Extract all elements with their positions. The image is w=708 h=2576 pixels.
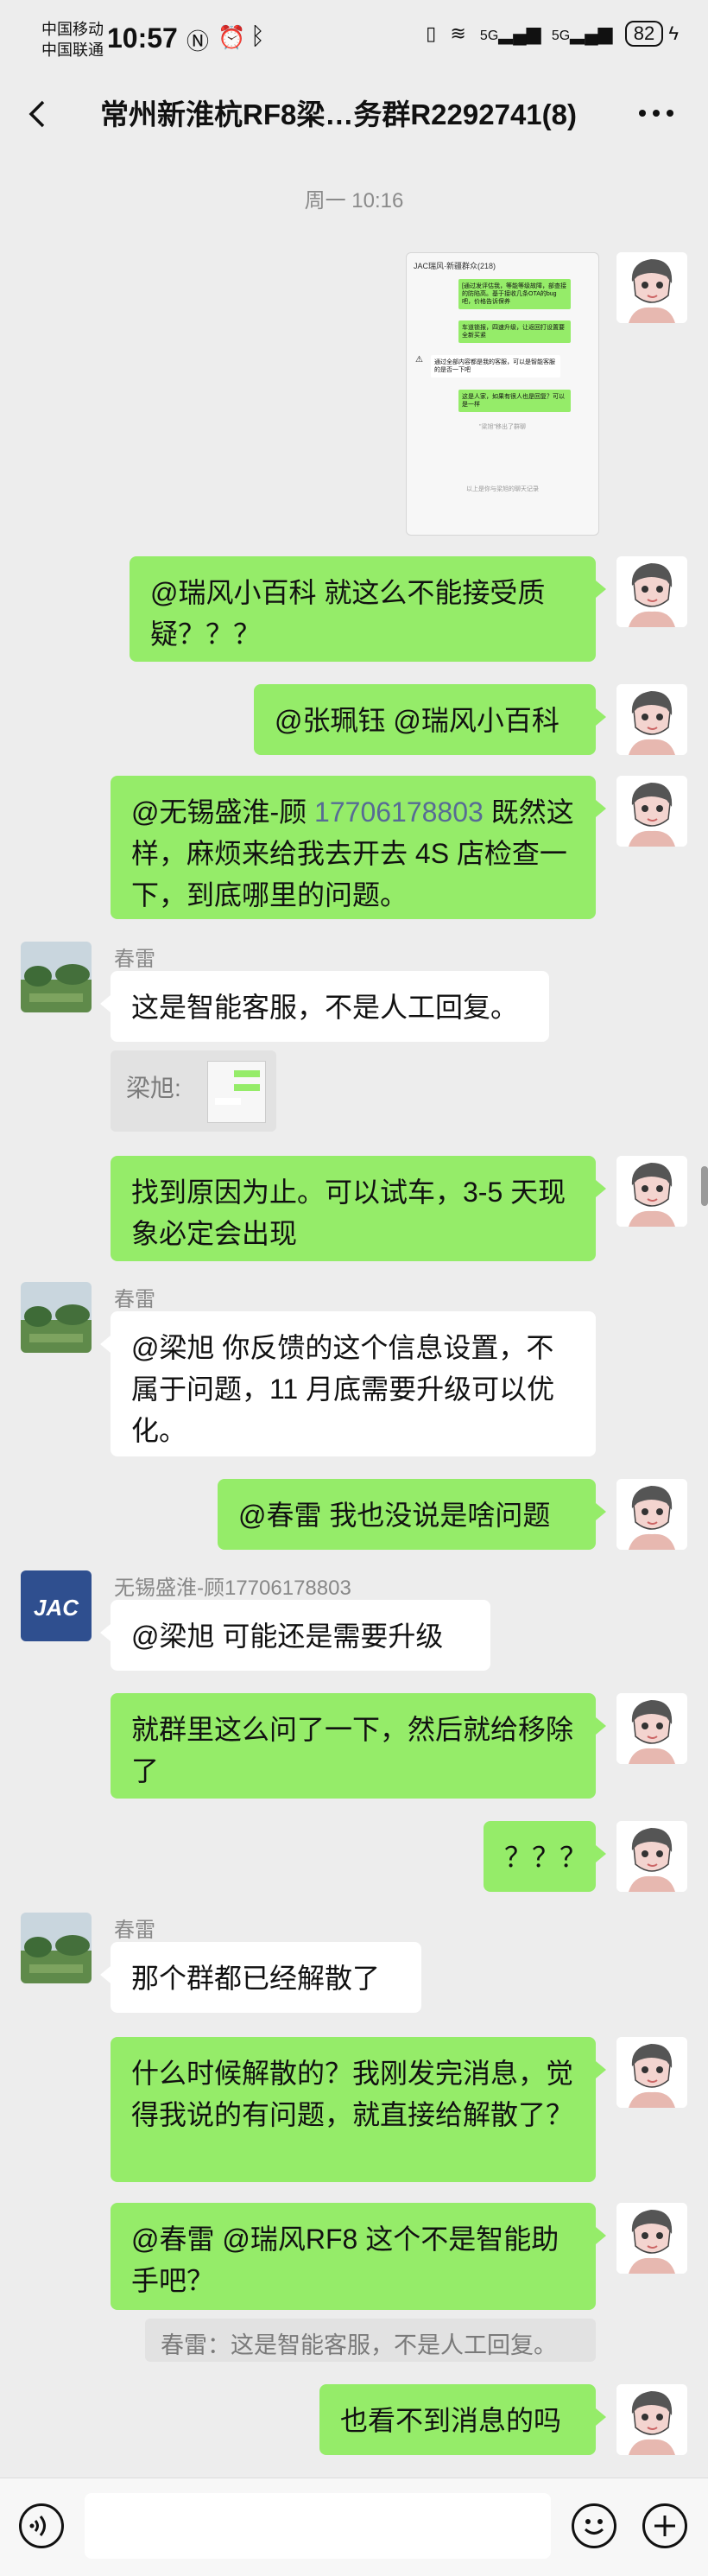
message-bubble[interactable]: 也看不到消息的吗 <box>319 2384 606 2455</box>
message-bubble[interactable]: @梁旭 可能还是需要升级 <box>100 1600 490 1671</box>
scrollbar-thumb[interactable] <box>701 1166 708 1206</box>
message-bubble[interactable]: 这是智能客服，不是人工回复。 <box>100 971 549 1042</box>
my-avatar[interactable] <box>616 1693 687 1764</box>
message-bubble[interactable]: @春雷 我也没说是啥问题 <box>218 1479 606 1550</box>
screenshot-footer-1: "梁旭"移出了群聊 <box>479 424 526 430</box>
my-avatar[interactable] <box>616 556 687 627</box>
sender-name: 无锡盛淮-顾17706178803 <box>114 1577 351 1600</box>
net-2: 5G <box>551 29 571 43</box>
battery-indicator: 82 <box>624 21 664 47</box>
more-icon[interactable] <box>637 93 675 128</box>
avatar-chunlei[interactable] <box>21 942 92 1012</box>
back-icon[interactable] <box>21 97 55 131</box>
chat-screenshot-image[interactable]: JAC瑞风·新疆群众(218) [通过发评估我，等能等级故障，部查接的防陷高。基… <box>406 252 599 536</box>
avatar-wuxi-shenghuai[interactable]: JAC <box>21 1570 92 1641</box>
bluetooth-icon: ᛒ <box>250 22 265 49</box>
avatar-chunlei[interactable] <box>21 1282 92 1353</box>
carrier-labels: 中国移动 中国联通 <box>41 19 104 60</box>
my-avatar[interactable] <box>616 1821 687 1892</box>
alarm-icon: ⏰ <box>218 24 246 50</box>
nfc-icon: Ⓝ <box>186 29 210 54</box>
screenshot-title: JAC瑞风·新疆群众(218) <box>414 262 496 270</box>
message-bubble[interactable]: 那个群都已经解散了 <box>100 1942 421 2013</box>
my-avatar[interactable] <box>616 684 687 755</box>
chat-title: 常州新淮杭RF8梁…务群R2292741(8) <box>100 98 577 130</box>
message-bubble[interactable]: @无锡盛淮-顾 17706178803 既然这样，麻烦来给我去开去 4S 店检查… <box>111 776 606 919</box>
message-bubble[interactable]: 什么时候解散的？我刚发完消息，觉得我说的有问题，就直接给解散了？ <box>111 2037 606 2182</box>
screenshot-reply-3: 这是人家，如果有很人也是回复？可以是一样 <box>458 390 571 412</box>
quoted-image-thumbnail[interactable] <box>207 1061 266 1123</box>
signal-1-icon: ▂▄▆ <box>498 22 541 44</box>
screenshot-notice: 通过全部内容都是我的客服，可以是智能客服的是否一下吧 <box>431 355 560 378</box>
my-avatar[interactable] <box>616 2384 687 2455</box>
net-1: 5G <box>479 29 499 43</box>
my-avatar[interactable] <box>616 1479 687 1550</box>
carrier-2: 中国联通 <box>41 41 104 59</box>
message-bubble[interactable]: ？？？ <box>484 1821 606 1892</box>
message-input[interactable] <box>85 2493 551 2559</box>
message-bubble[interactable]: @梁旭 你反馈的这个信息设置，不属于问题，11 月底需要升级可以优化。 <box>100 1311 596 1456</box>
screenshot-reply-1: [通过发评估我，等能等级故障，部查接的防陷高。基于接收几条OTA的bug吧，价格… <box>458 279 571 309</box>
message-bubble[interactable]: 就群里这么问了一下，然后就给移除了 <box>111 1693 606 1799</box>
mention-text: @无锡盛淮-顾 <box>131 796 307 828</box>
my-avatar[interactable] <box>616 252 687 323</box>
quote-author: 梁旭: <box>126 1075 181 1101</box>
charging-icon: ϟ <box>668 22 679 44</box>
sender-name: 春雷 <box>114 1919 155 1942</box>
message-bubble[interactable]: 找到原因为止。可以试车，3-5 天现象必定会出现 <box>111 1156 606 1261</box>
sender-name: 春雷 <box>114 1288 155 1311</box>
plus-icon[interactable] <box>642 2503 687 2548</box>
my-avatar[interactable] <box>616 2037 687 2108</box>
vibrate-icon: ▯ <box>426 22 437 44</box>
screenshot-reply-2: 车道锁报，四速升级，让返回打设置要全新买紧 <box>458 320 571 343</box>
my-avatar[interactable] <box>616 776 687 847</box>
voice-icon[interactable] <box>19 2503 64 2548</box>
timestamp: 周一 10:16 <box>304 189 404 213</box>
signal-2-icon: ▂▄▆ <box>570 22 613 44</box>
emoji-icon[interactable] <box>572 2503 616 2548</box>
carrier-1: 中国移动 <box>41 21 104 38</box>
phone-number-link[interactable]: 17706178803 <box>314 796 484 828</box>
status-right: ▯ ≋ 5G▂▄▆ 5G▂▄▆ 82 ϟ <box>426 21 679 47</box>
svg-text:JAC: JAC <box>34 1595 79 1621</box>
clock: 10:57 <box>107 22 178 54</box>
sender-name: 春雷 <box>114 948 155 971</box>
message-bubble[interactable]: @张珮钰 @瑞风小百科 <box>254 684 606 755</box>
quoted-message[interactable]: 春雷：这是智能客服，不是人工回复。 <box>145 2319 596 2362</box>
my-avatar[interactable] <box>616 2203 687 2274</box>
wifi-icon: ≋ <box>450 22 466 44</box>
message-bubble[interactable]: @春雷 @瑞风RF8 这个不是智能助手吧？ <box>111 2203 606 2310</box>
screenshot-warning-icon: ⚠ <box>415 355 423 365</box>
my-avatar[interactable] <box>616 1156 687 1227</box>
quoted-message[interactable]: 梁旭: <box>111 1050 276 1132</box>
screenshot-footer-2: 以上是你与梁旭的聊天记录 <box>466 486 539 492</box>
avatar-chunlei[interactable] <box>21 1913 92 1983</box>
message-bubble[interactable]: @瑞风小百科 就这么不能接受质疑？？？ <box>130 556 606 662</box>
